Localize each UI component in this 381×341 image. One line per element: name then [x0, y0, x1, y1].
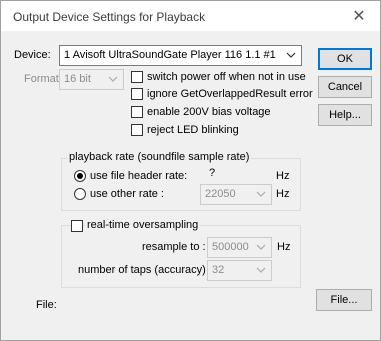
resample-select-value: 500000 — [212, 241, 249, 253]
file-label: File: — [36, 299, 57, 311]
format-label: Format: — [24, 73, 62, 85]
chevron-down-icon — [107, 73, 119, 85]
ok-button-label: OK — [337, 53, 353, 65]
switch-power-checkbox[interactable] — [131, 71, 143, 83]
resample-label: resample to : — [142, 241, 206, 253]
help-button-label: Help... — [329, 109, 361, 121]
chevron-down-icon — [255, 241, 267, 253]
device-select[interactable]: 1 Avisoft UltraSoundGate Player 116 1.1 … — [59, 45, 302, 66]
output-device-settings-dialog: Output Device Settings for Playback ✕ De… — [0, 0, 381, 341]
chevron-down-icon — [255, 264, 267, 276]
file-button-label: File... — [330, 294, 358, 306]
file-header-rate-unit: Hz — [276, 170, 290, 182]
reject-led-checkbox[interactable] — [131, 124, 143, 136]
cancel-button-label: Cancel — [327, 81, 363, 93]
device-label: Device: — [14, 49, 51, 61]
window-title: Output Device Settings for Playback — [13, 10, 206, 24]
ignore-overlapped-checkbox[interactable] — [131, 88, 143, 100]
cancel-button[interactable]: Cancel — [318, 76, 372, 98]
format-select-value: 16 bit — [64, 73, 91, 85]
format-select[interactable]: 16 bit — [59, 69, 124, 90]
chevron-down-icon — [285, 49, 297, 61]
oversampling-checkbox[interactable] — [71, 220, 83, 232]
reject-led-label: reject LED blinking — [147, 124, 239, 136]
close-button[interactable]: ✕ — [342, 1, 376, 31]
switch-power-label: switch power off when not in use — [147, 71, 306, 83]
taps-label: number of taps (accuracy) : — [78, 264, 212, 276]
device-select-value: 1 Avisoft UltraSoundGate Player 116 1.1 … — [64, 49, 276, 61]
title-bar[interactable]: Output Device Settings for Playback ✕ — [1, 1, 380, 31]
help-button[interactable]: Help... — [318, 104, 372, 126]
resample-unit: Hz — [277, 241, 291, 253]
playback-rate-group-label: playback rate (soundfile sample rate) — [67, 151, 252, 163]
other-rate-select[interactable]: 22050 — [200, 184, 272, 205]
dialog-client-area: Device: 1 Avisoft UltraSoundGate Player … — [1, 31, 380, 340]
other-rate-unit: Hz — [276, 188, 290, 200]
taps-select[interactable]: 32 — [207, 260, 272, 281]
chevron-down-icon — [255, 188, 267, 200]
other-rate-select-value: 22050 — [205, 188, 236, 200]
resample-select[interactable]: 500000 — [207, 237, 272, 258]
ignore-overlapped-label: ignore GetOverlappedResult error — [147, 88, 313, 100]
oversampling-checkbox-label: real-time oversampling — [85, 219, 201, 231]
other-rate-radio[interactable] — [74, 188, 86, 200]
file-button[interactable]: File... — [316, 289, 372, 311]
taps-select-value: 32 — [212, 264, 225, 276]
other-rate-label: use other rate : — [90, 188, 164, 200]
enable-bias-label: enable 200V bias voltage — [147, 106, 271, 118]
file-header-rate-label: use file header rate: — [90, 170, 188, 182]
file-header-rate-radio[interactable] — [74, 170, 86, 182]
ok-button[interactable]: OK — [318, 48, 372, 70]
file-header-rate-value: ? — [209, 167, 216, 179]
enable-bias-checkbox[interactable] — [131, 106, 143, 118]
close-icon: ✕ — [352, 8, 366, 25]
